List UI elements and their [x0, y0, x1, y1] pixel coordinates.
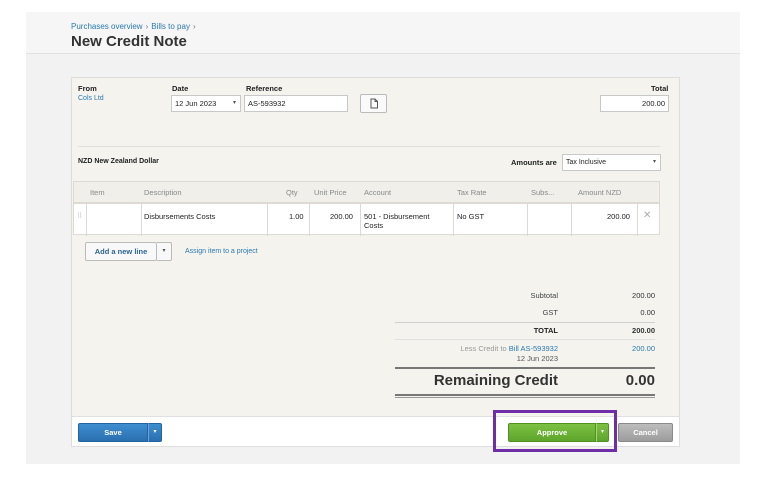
chevron-down-icon: ▾ [232, 100, 236, 106]
page: Purchases overview › Bills to pay › New Cre… [0, 0, 780, 490]
breadcrumb: Purchases overview › Bills to pay › [71, 22, 199, 31]
less-credit-label: Less Credit to Bill AS-593932 [420, 344, 558, 353]
cell-divider [141, 204, 142, 236]
cell-qty[interactable]: 1.00 [289, 212, 304, 221]
reference-label: Reference [246, 84, 283, 93]
column-header-account: Account [364, 188, 392, 197]
cell-tax-rate[interactable]: No GST [457, 212, 484, 221]
table-header: Item Description Qty Unit Price Account … [73, 181, 660, 203]
gst-value: 0.00 [640, 308, 655, 317]
save-button[interactable]: Save [78, 423, 148, 442]
subtotal-value: 200.00 [632, 291, 655, 300]
breadcrumb-separator: › [192, 22, 196, 31]
total-value-bottom: 200.00 [632, 326, 655, 335]
from-contact-link[interactable]: Cols Ltd [78, 95, 104, 102]
total-label-bottom: TOTAL [533, 326, 558, 335]
total-label: Total [651, 84, 669, 93]
attach-file-button[interactable] [360, 94, 387, 113]
document-icon [370, 98, 378, 109]
assign-project-link[interactable]: Assign item to a project [185, 248, 258, 255]
divider [78, 146, 660, 147]
amounts-are-label: Amounts are [511, 158, 557, 167]
less-credit-date: 12 Jun 2023 [516, 354, 558, 363]
cell-divider [527, 204, 528, 236]
column-header-amount: Amount NZD [578, 188, 622, 197]
date-label: Date [172, 84, 189, 93]
cell-divider [453, 204, 454, 236]
amounts-are-select[interactable]: Tax Inclusive ▾ [562, 154, 661, 171]
date-value: 12 Jun 2023 [175, 99, 217, 108]
breadcrumb-purchases-overview[interactable]: Purchases overview [71, 22, 143, 31]
close-icon[interactable]: ✕ [643, 210, 651, 221]
save-options-chevron-icon[interactable]: ▾ [148, 423, 162, 442]
drag-handle-icon[interactable]: ⠿ [77, 212, 82, 220]
cell-account[interactable]: 501 - Disbursement Costs [364, 212, 429, 230]
column-header-unit-price: Unit Price [314, 188, 347, 197]
account-line-1: 501 - Disbursement [364, 212, 430, 221]
cell-divider [637, 204, 638, 236]
less-credit-bill-link[interactable]: Bill AS-593932 [509, 344, 558, 353]
totals-divider [395, 322, 655, 323]
remaining-divider [395, 394, 655, 396]
totals-divider [395, 339, 655, 340]
cell-description[interactable]: Disbursements Costs [144, 212, 215, 221]
currency-label: NZD New Zealand Dollar [78, 158, 159, 165]
remaining-credit-label: Remaining Credit [433, 372, 558, 389]
column-header-description: Description [144, 188, 182, 197]
cell-divider [571, 204, 572, 236]
total-field[interactable]: 200.00 [600, 95, 669, 112]
breadcrumb-bills-to-pay[interactable]: Bills to pay [151, 22, 190, 31]
remaining-divider [395, 397, 655, 398]
gst-label: GST [542, 308, 558, 317]
cell-divider [86, 204, 87, 236]
from-label: From [78, 84, 97, 93]
add-new-line-button[interactable]: Add a new line [85, 242, 157, 261]
less-credit-prefix: Less Credit to [460, 344, 507, 353]
column-header-qty: Qty [286, 188, 298, 197]
table-row[interactable]: ⠿ Disbursements Costs 1.00 200.00 501 - … [73, 203, 660, 236]
amounts-are-value: Tax Inclusive [566, 159, 607, 166]
chevron-down-icon: ▾ [652, 159, 656, 165]
cell-divider [309, 204, 310, 236]
add-line-options-chevron-icon[interactable]: ▾ [157, 242, 172, 261]
less-credit-value[interactable]: 200.00 [600, 344, 655, 353]
column-header-tax-rate: Tax Rate [457, 188, 487, 197]
subtotal-label: Subtotal [530, 291, 558, 300]
remaining-credit-value: 0.00 [625, 372, 655, 389]
remaining-divider [395, 367, 655, 369]
cell-amount[interactable]: 200.00 [607, 212, 630, 221]
cell-divider [267, 204, 268, 236]
column-header-subtotal: Subs... [531, 188, 555, 197]
page-title: New Credit Note [71, 33, 187, 50]
breadcrumb-separator: › [145, 22, 149, 31]
cell-divider [360, 204, 361, 236]
approve-highlight-box [493, 410, 617, 452]
cancel-button[interactable]: Cancel [618, 423, 673, 442]
column-header-item: Item [90, 188, 105, 197]
account-line-2: Costs [364, 221, 384, 230]
cell-unit-price[interactable]: 200.00 [330, 212, 353, 221]
reference-field[interactable]: AS-593932 [244, 95, 348, 112]
date-field[interactable]: 12 Jun 2023 ▾ [171, 95, 241, 112]
credit-note-card [71, 77, 680, 447]
